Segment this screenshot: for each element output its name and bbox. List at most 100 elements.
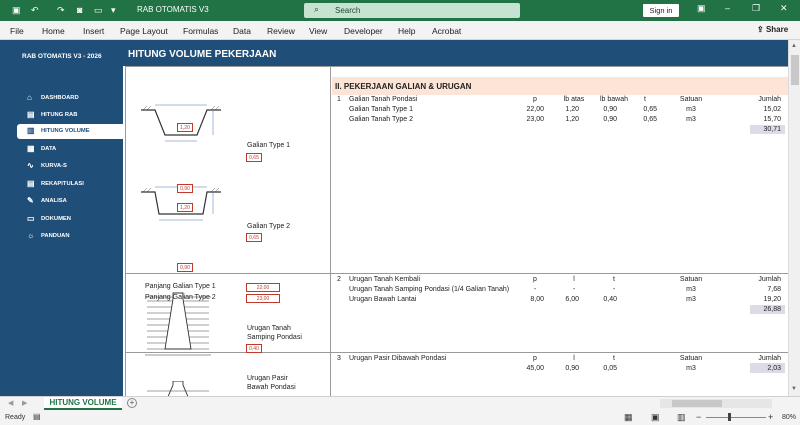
- sheet-tab-hitung-volume[interactable]: HITUNG VOLUME: [44, 397, 122, 410]
- block1-header-jumlah: Jumlah: [758, 96, 781, 103]
- block2-row1-p: -: [533, 286, 537, 293]
- block2-header-p: p: [533, 276, 537, 283]
- panjang2-input[interactable]: 23,00: [246, 294, 280, 303]
- sidebar-item-label: HITUNG RAB: [41, 112, 78, 118]
- block2-row2-satuan: m3: [686, 296, 696, 303]
- zoom-in-icon[interactable]: +: [768, 412, 773, 422]
- block3-title: Urugan Pasir Dibawah Pondasi: [349, 355, 447, 362]
- block1-row2-p: 23,00: [526, 116, 544, 123]
- tab-data[interactable]: Data: [233, 26, 251, 36]
- tab-page-layout[interactable]: Page Layout: [120, 26, 168, 36]
- camera-icon[interactable]: ◙: [77, 4, 82, 16]
- block2-header-jumlah: Jumlah: [758, 276, 781, 283]
- panjang1-input[interactable]: 22,00: [246, 283, 280, 292]
- galian1-bottom-width[interactable]: 0,90: [177, 184, 193, 193]
- sign-in-button[interactable]: Sign in: [643, 4, 679, 17]
- tab-home[interactable]: Home: [42, 26, 65, 36]
- block1-row1-t: 0,65: [643, 106, 657, 113]
- urugan-tanah-label1: Urugan Tanah: [247, 325, 291, 332]
- autosave-icon[interactable]: ▣: [12, 4, 21, 16]
- zoom-slider-thumb[interactable]: [728, 413, 731, 421]
- block2-header-satuan: Satuan: [679, 276, 703, 283]
- more-icon[interactable]: ▾: [111, 4, 116, 16]
- list-icon: ▤: [27, 179, 35, 188]
- home-icon: ⌂: [27, 93, 32, 102]
- calculator-icon: ▤: [27, 110, 35, 119]
- block2-header-t: t: [613, 276, 615, 283]
- page-break-icon[interactable]: ▥: [677, 412, 686, 423]
- galian1-depth[interactable]: 0,65: [246, 153, 262, 162]
- tab-file[interactable]: File: [10, 26, 24, 36]
- block2-row1-jumlah: 7,68: [767, 286, 781, 293]
- sidebar-item-kurva-s[interactable]: ∿ KURVA-S: [17, 159, 123, 174]
- block2-total: 26,88: [763, 306, 781, 313]
- prev-sheet-icon[interactable]: ◀: [8, 399, 13, 407]
- zoom-level[interactable]: 80%: [782, 414, 796, 421]
- add-sheet-button[interactable]: +: [127, 398, 137, 408]
- sidebar-item-panduan[interactable]: ☼ PANDUAN: [17, 229, 123, 244]
- block2-separator: [125, 273, 788, 274]
- page-layout-icon[interactable]: ▣: [651, 412, 660, 423]
- tab-formulas[interactable]: Formulas: [183, 26, 218, 36]
- block1-row2-lb-atas: 1,20: [565, 116, 579, 123]
- galian2-bottom-width[interactable]: 0,90: [177, 263, 193, 272]
- sidebar-item-hitung-volume[interactable]: ▥ HITUNG VOLUME: [17, 124, 123, 139]
- tab-acrobat[interactable]: Acrobat: [432, 26, 461, 36]
- galian1-top-width[interactable]: 1,20: [177, 123, 193, 132]
- hscroll-thumb[interactable]: [672, 400, 722, 407]
- border-left: [125, 66, 126, 396]
- restore-icon[interactable]: ❐: [752, 3, 760, 14]
- sidebar-item-dokumen[interactable]: ▭ DOKUMEN: [17, 212, 123, 227]
- zoom-out-icon[interactable]: −: [696, 412, 701, 422]
- sidebar-item-dashboard[interactable]: ⌂ DASHBOARD: [17, 91, 123, 106]
- guide-icon: ☼: [27, 231, 35, 240]
- accessibility-icon[interactable]: ▤: [33, 412, 41, 421]
- scroll-thumb[interactable]: [791, 55, 799, 85]
- sidebar-item-label: DASHBOARD: [41, 95, 79, 101]
- tab-developer[interactable]: Developer: [344, 26, 383, 36]
- tab-help[interactable]: Help: [398, 26, 415, 36]
- undo-icon[interactable]: ↶: [31, 4, 39, 16]
- tab-review[interactable]: Review: [267, 26, 295, 36]
- close-icon[interactable]: ✕: [780, 3, 788, 14]
- minimize-icon[interactable]: –: [725, 3, 730, 13]
- redo-icon[interactable]: ↷: [57, 4, 65, 16]
- urugan-tanah-depth[interactable]: 0,40: [246, 344, 262, 353]
- curve-chart-icon: ∿: [27, 161, 34, 170]
- panjang1-label: Panjang Galian Type 1: [145, 283, 216, 290]
- sidebar-item-data[interactable]: ▦ DATA: [17, 142, 123, 157]
- block1-row1-satuan: m3: [686, 106, 696, 113]
- galian-drawings: [141, 104, 221, 221]
- border-divider: [330, 66, 331, 396]
- horizontal-scrollbar[interactable]: [660, 399, 772, 408]
- tab-view[interactable]: View: [309, 26, 327, 36]
- block2-title: Urugan Tanah Kembali: [349, 276, 421, 283]
- folder-icon[interactable]: ▭: [94, 4, 103, 16]
- sidebar-item-hitung-rab[interactable]: ▤ HITUNG RAB: [17, 108, 123, 123]
- block3-header-l: l: [573, 355, 575, 362]
- vertical-scrollbar[interactable]: ▲ ▼: [788, 40, 800, 396]
- next-sheet-icon[interactable]: ▶: [22, 399, 27, 407]
- galian2-top-width[interactable]: 1,20: [177, 203, 193, 212]
- sidebar-item-analisa[interactable]: ✎ ANALISA: [17, 194, 123, 209]
- block3-header-p: p: [533, 355, 537, 362]
- scroll-down-icon[interactable]: ▼: [791, 386, 797, 392]
- block1-row2-name: Galian Tanah Type 2: [349, 116, 413, 123]
- share-button[interactable]: ⇪ Share: [757, 25, 788, 34]
- scroll-up-icon[interactable]: ▲: [791, 43, 797, 49]
- sidebar-item-label: HITUNG VOLUME: [41, 128, 90, 134]
- search-input[interactable]: ⌕ Search: [304, 3, 520, 18]
- block1-row2-satuan: m3: [686, 116, 696, 123]
- sidebar-item-rekapitulasi[interactable]: ▤ REKAPITULASI: [17, 177, 123, 192]
- zoom-slider[interactable]: [706, 417, 766, 418]
- galian2-depth[interactable]: 0,65: [246, 233, 262, 242]
- sheet-tab-bar: ◀ ▶ HITUNG VOLUME +: [0, 396, 800, 410]
- block3-header-t: t: [613, 355, 615, 362]
- normal-view-icon[interactable]: ▦: [624, 412, 633, 423]
- tab-insert[interactable]: Insert: [83, 26, 104, 36]
- bar-chart-icon: ▥: [27, 126, 35, 135]
- ribbon-tabs: File Home Insert Page Layout Formulas Da…: [0, 21, 800, 40]
- ribbon-display-icon[interactable]: ▣: [697, 3, 706, 14]
- block1-header-t: t: [644, 96, 646, 103]
- block1-row1-name: Galian Tanah Type 1: [349, 106, 413, 113]
